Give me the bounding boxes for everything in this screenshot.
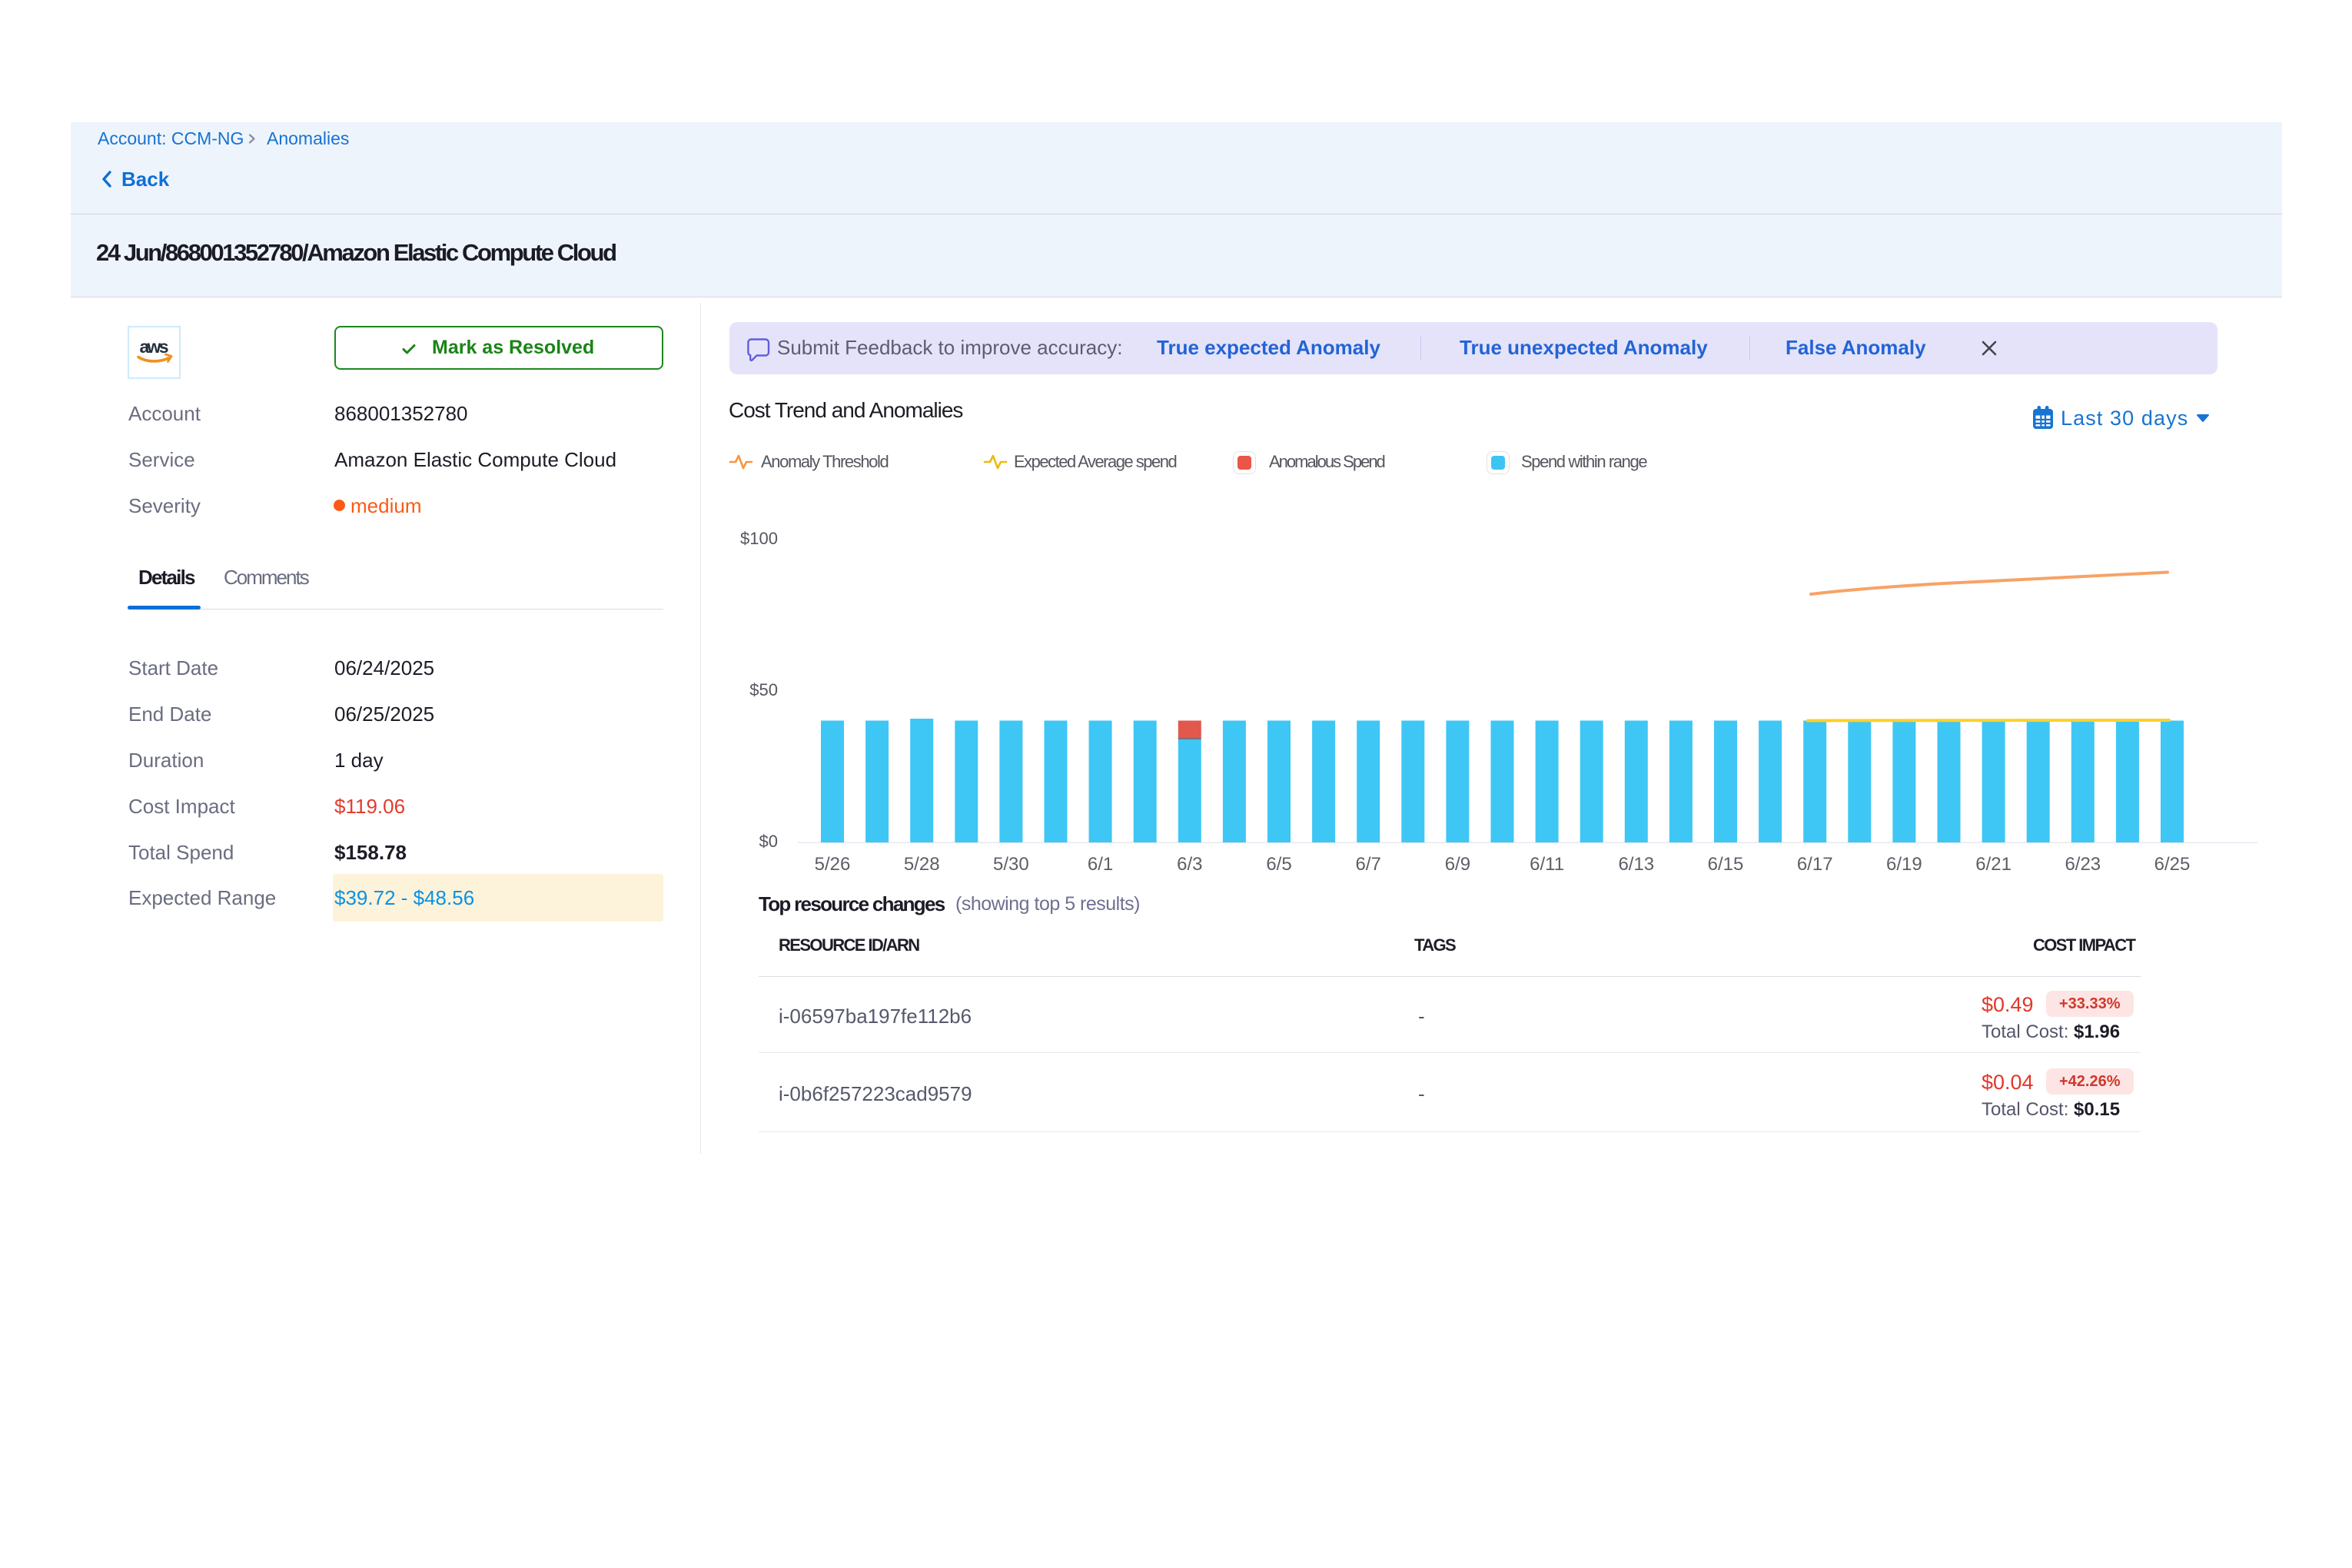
svg-text:6/5: 6/5 [1266,854,1291,875]
svg-text:6/3: 6/3 [1177,854,1202,875]
svg-text:aws: aws [140,337,169,357]
svg-text:6/23: 6/23 [2065,854,2101,875]
svg-text:6/19: 6/19 [1886,854,1922,875]
svg-text:$0: $0 [759,832,778,851]
svg-text:5/28: 5/28 [904,854,940,875]
svg-text:5/26: 5/26 [815,854,851,875]
svg-text:5/30: 5/30 [993,854,1029,875]
svg-text:6/21: 6/21 [1975,854,2011,875]
svg-text:6/1: 6/1 [1088,854,1113,875]
svg-text:6/9: 6/9 [1445,854,1470,875]
svg-text:$100: $100 [740,529,778,548]
svg-text:6/11: 6/11 [1530,854,1564,875]
svg-text:6/15: 6/15 [1708,854,1744,875]
svg-text:6/13: 6/13 [1618,854,1654,875]
svg-text:$50: $50 [749,680,778,699]
svg-text:6/25: 6/25 [2154,854,2191,875]
svg-text:6/7: 6/7 [1356,854,1381,875]
svg-text:6/17: 6/17 [1797,854,1833,875]
